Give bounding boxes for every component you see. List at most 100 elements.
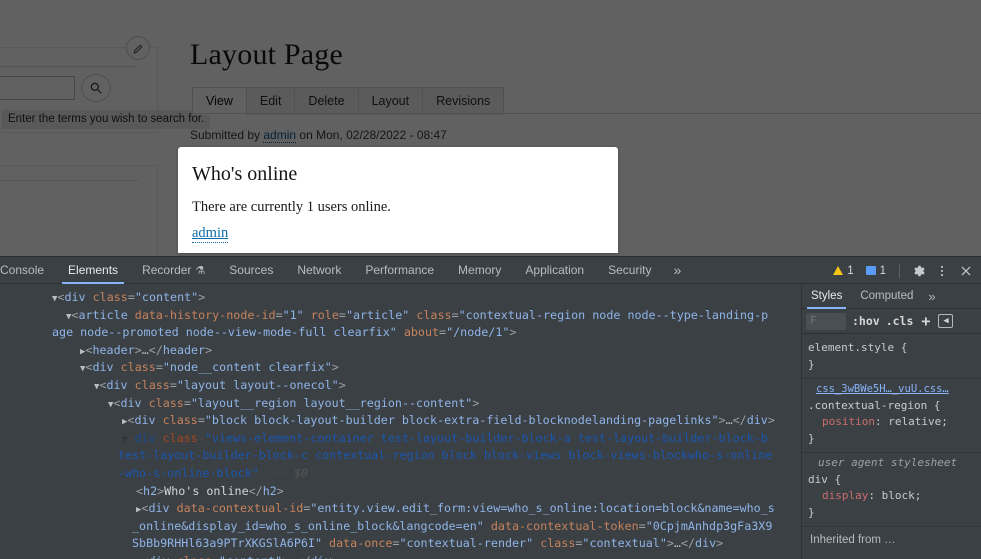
node-tabs: View Edit Delete Layout Revisions [192, 87, 505, 115]
dom-line[interactable]: ▼<div class="layout__region layout__regi… [0, 395, 801, 413]
css-declaration[interactable]: display: block; [808, 488, 975, 505]
css-rules-list: element.style { } css_3wBWe5H…_vuU.css… … [802, 334, 981, 554]
search-input[interactable] [0, 76, 75, 100]
toolbar-separator [899, 263, 900, 278]
devtools-body: ▼<div class="content"> ▼<article data-his… [0, 284, 981, 559]
dom-line[interactable]: _online&display_id=who_s_online_block&la… [0, 518, 801, 536]
message-icon [865, 266, 876, 275]
whos-online-user-link[interactable]: admin [192, 225, 229, 243]
css-property-value: block; [881, 489, 922, 502]
message-count: 1 [879, 264, 886, 277]
css-rule-ua-div[interactable]: user agent stylesheet div { display: blo… [802, 453, 981, 527]
inspected-element-highlight: Who's online There are currently 1 users… [178, 147, 618, 253]
styles-filter-bar: :hov .cls + ◀ [802, 309, 981, 334]
dom-line[interactable]: ▼<article data-history-node-id="1" role=… [0, 307, 801, 325]
tab-view[interactable]: View [192, 87, 247, 115]
browser-page-viewport: Enter the terms you wish to search for. … [0, 0, 981, 256]
css-rule-close: } [808, 505, 815, 519]
dom-line-selected[interactable]: test-layout-builder-block-c contextual-r… [0, 447, 801, 465]
dom-line[interactable]: ▶<header>…</header> [0, 342, 801, 360]
css-rule-element-style[interactable]: element.style { } [802, 338, 981, 379]
devtools-tabstrip: Console Elements Recorder ⚗ Sources Netwo… [0, 257, 691, 284]
css-selector: .contextual-region { [808, 398, 941, 412]
page-title: Layout Page [190, 38, 343, 71]
styles-tabstrip: Styles Computed » [802, 284, 981, 309]
new-style-rule-button[interactable]: + [921, 312, 930, 330]
devtools-panel: Console Elements Recorder ⚗ Sources Netwo… [0, 256, 981, 559]
divider [0, 66, 138, 67]
devtools-toolbar-right: 1 1 [829, 257, 977, 284]
styles-tab-styles[interactable]: Styles [802, 284, 851, 309]
more-vertical-icon[interactable] [931, 260, 953, 282]
devtools-tab-recorder[interactable]: Recorder ⚗ [130, 257, 217, 284]
tab-delete[interactable]: Delete [294, 87, 359, 115]
devtools-toolbar: Console Elements Recorder ⚗ Sources Netwo… [0, 257, 981, 284]
hov-toggle[interactable]: :hov [852, 314, 880, 328]
tab-layout[interactable]: Layout [357, 87, 424, 115]
devtools-tab-application[interactable]: Application [513, 257, 596, 284]
tab-revisions[interactable]: Revisions [422, 87, 505, 115]
submitted-byline: Submitted by admin on Mon, 02/28/2022 - … [190, 128, 447, 143]
warning-count: 1 [847, 264, 854, 277]
css-declaration[interactable]: position: relative; [808, 414, 975, 431]
dom-line[interactable]: age node--promoted node--view-mode-full … [0, 324, 801, 342]
dom-line-selected[interactable]: ▼<div class="views-element-container tes… [0, 430, 801, 448]
css-selector: div { [808, 472, 842, 486]
devtools-tab-memory[interactable]: Memory [446, 257, 513, 284]
devtools-tab-recorder-label: Recorder [142, 262, 192, 277]
devtools-tab-network[interactable]: Network [285, 257, 353, 284]
submitted-author-link[interactable]: admin [263, 128, 297, 143]
devtools-tab-security[interactable]: Security [596, 257, 663, 284]
dom-tree-lines: ▼<div class="content"> ▼<article data-his… [0, 289, 801, 559]
dom-line[interactable]: ▼<div class="node__content clearfix"> [0, 359, 801, 377]
css-property-name: position [822, 415, 875, 428]
divider [0, 180, 138, 181]
styles-tab-computed[interactable]: Computed [851, 284, 922, 309]
whos-online-count: There are currently 1 users online. [192, 199, 391, 215]
tab-edit[interactable]: Edit [245, 87, 296, 115]
message-badge[interactable]: 1 [862, 264, 892, 278]
gear-icon[interactable] [907, 260, 929, 282]
warning-triangle-icon [833, 266, 844, 275]
css-rule-contextual-region[interactable]: css_3wBWe5H…_vuU.css… .contextual-region… [802, 379, 981, 453]
css-property-value: relative; [888, 415, 948, 428]
sidebar-toggle-icon[interactable]: ◀ [938, 314, 954, 328]
devtools-tab-performance[interactable]: Performance [353, 257, 446, 284]
close-icon[interactable] [955, 260, 977, 282]
search-tooltip: Enter the terms you wish to search for. [2, 110, 211, 129]
dom-line[interactable]: <h2>Who's online</h2> [0, 483, 801, 501]
dom-line[interactable]: ▶<div class="block block-layout-builder … [0, 412, 801, 430]
dom-line[interactable]: ▼<div class="layout layout--onecol"> [0, 377, 801, 395]
submitted-prefix: Submitted by [190, 128, 264, 142]
css-source-note: user agent stylesheet [818, 456, 958, 469]
devtools-tab-elements[interactable]: Elements [56, 257, 130, 284]
dom-line[interactable]: ▼<div class="content"> [0, 289, 801, 307]
devtools-tab-sources[interactable]: Sources [217, 257, 285, 284]
pencil-icon[interactable] [126, 36, 150, 60]
css-rule-close: } [808, 431, 815, 445]
screenshot-root: Enter the terms you wish to search for. … [0, 0, 981, 559]
dom-line[interactable]: ▶<div class="content">…</div> [0, 553, 801, 559]
devtools-tab-console[interactable]: Console [0, 257, 56, 284]
search-icon[interactable] [81, 74, 111, 102]
dom-line[interactable]: ▶<div data-contextual-id="entity.view.ed… [0, 500, 801, 518]
flask-icon: ⚗ [195, 264, 206, 277]
styles-pane: Styles Computed » :hov .cls + ◀ element.… [801, 284, 981, 559]
cls-toggle[interactable]: .cls [886, 314, 914, 328]
tabs-underline [192, 113, 981, 114]
warning-badge[interactable]: 1 [829, 264, 859, 278]
css-selector: element.style { [808, 341, 908, 354]
dom-tree-pane[interactable]: ▼<div class="content"> ▼<article data-his… [0, 284, 801, 559]
css-rule-close: } [808, 357, 815, 371]
styles-filter-input[interactable] [806, 312, 846, 330]
sidebar-secondary-block [0, 165, 158, 256]
whos-online-heading: Who's online [192, 163, 298, 185]
css-property-name: display [822, 489, 869, 502]
dom-line-selected[interactable]: -who-s-online-block"> == $0 [0, 465, 801, 483]
dom-line[interactable]: SbBb9RHHl63a9PTrXKGSlA6P6I" data-once="c… [0, 535, 801, 553]
submitted-suffix: on Mon, 02/28/2022 - 08:47 [296, 128, 447, 142]
css-source-link[interactable]: css_3wBWe5H…_vuU.css… [808, 381, 975, 398]
styles-more-button[interactable]: » [922, 284, 941, 309]
inherited-from-label: Inherited from … [810, 534, 896, 546]
devtools-more-tabs-button[interactable]: » [663, 257, 691, 284]
